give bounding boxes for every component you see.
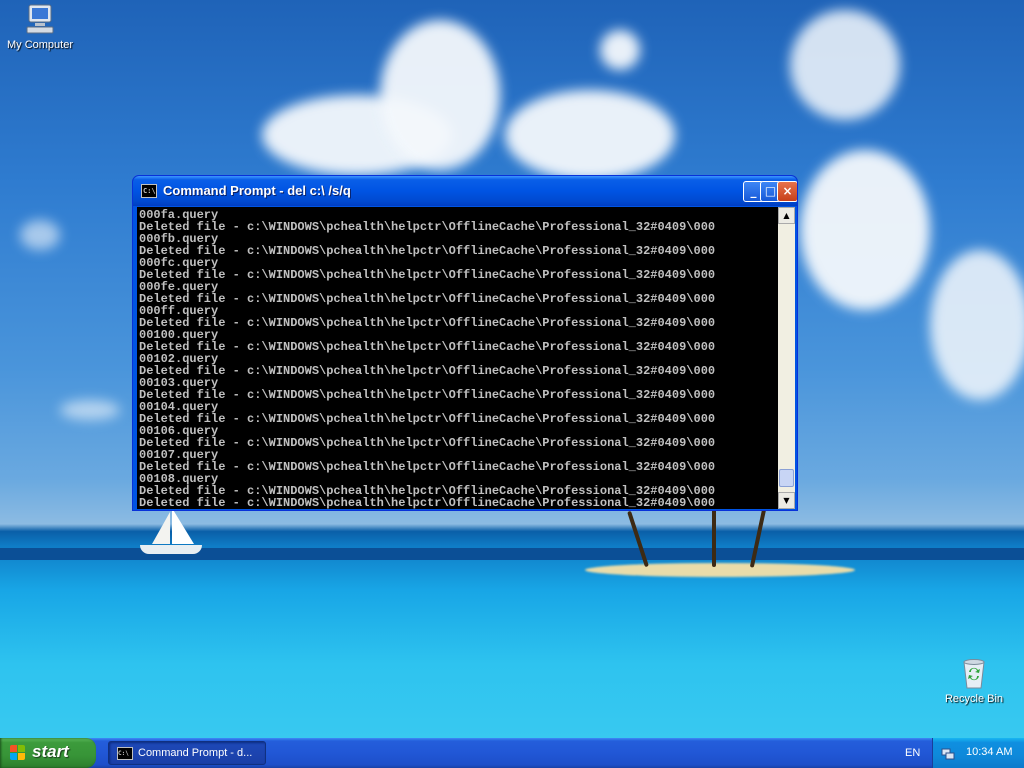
console-line: Deleted file - c:\WINDOWS\pchealth\helpc… [139, 365, 716, 377]
console-line: Deleted file - c:\WINDOWS\pchealth\helpc… [139, 317, 716, 329]
taskbar-button-label: Command Prompt - d... [138, 747, 253, 759]
console-line: 00106.query [139, 425, 219, 437]
console-line: Deleted file - c:\WINDOWS\pchealth\helpc… [139, 341, 716, 353]
language-indicator[interactable]: EN [905, 747, 920, 759]
start-label: start [32, 742, 69, 761]
console-line: 00100.query [139, 329, 219, 341]
recycle-bin-label: Recycle Bin [944, 693, 1004, 705]
console-line: 00102.query [139, 353, 219, 365]
clock[interactable]: 10:34 AM [966, 746, 1012, 758]
island [585, 563, 855, 577]
console-line: Deleted file - c:\WINDOWS\pchealth\helpc… [139, 293, 716, 305]
sailboat [140, 545, 202, 554]
command-prompt-window[interactable]: C:\ Command Prompt - del c:\ /s/q _ □ × … [132, 175, 798, 511]
console-line: 000fa.query [139, 209, 219, 221]
console-line: 00108.query [139, 473, 219, 485]
console-line: Deleted file - c:\WINDOWS\pchealth\helpc… [139, 269, 716, 281]
recycle-bin-icon [957, 656, 991, 690]
taskbar: start C:\ Command Prompt - d... EN 10:34… [0, 738, 1024, 768]
close-button[interactable]: × [777, 181, 797, 202]
console-line: 00103.query [139, 377, 219, 389]
console-line: Deleted file - c:\WINDOWS\pchealth\helpc… [139, 461, 716, 473]
recycle-bin-desktop-icon[interactable]: Recycle Bin [934, 656, 1014, 705]
console-line: Deleted file - c:\WINDOWS\pchealth\helpc… [139, 389, 716, 401]
window-title: Command Prompt - del c:\ /s/q [163, 183, 351, 198]
console-line: 00107.query [139, 449, 219, 461]
start-button[interactable]: start [0, 738, 96, 768]
console-line: Deleted file - c:\WINDOWS\pchealth\helpc… [139, 497, 716, 509]
console-line: Deleted file - c:\WINDOWS\pchealth\helpc… [139, 245, 716, 257]
console-line: 000ff.query [139, 305, 219, 317]
console-line: Deleted file - c:\WINDOWS\pchealth\helpc… [139, 221, 716, 233]
console-line: 000fb.query [139, 233, 219, 245]
taskbar-button-command-prompt[interactable]: C:\ Command Prompt - d... [108, 741, 266, 765]
console-line: Deleted file - c:\WINDOWS\pchealth\helpc… [139, 485, 716, 497]
network-icon[interactable] [941, 746, 955, 760]
window-titlebar[interactable]: C:\ Command Prompt - del c:\ /s/q _ □ × [133, 176, 797, 206]
computer-icon [23, 2, 57, 36]
scroll-down-arrow-icon[interactable]: ▼ [778, 492, 795, 509]
console-line: Deleted file - c:\WINDOWS\pchealth\helpc… [139, 413, 716, 425]
console-line: 000fc.query [139, 257, 219, 269]
console-icon: C:\ [117, 747, 133, 760]
console-icon: C:\ [141, 184, 157, 198]
windows-logo-icon [10, 745, 26, 761]
console-line: 00104.query [139, 401, 219, 413]
system-tray: 10:34 AM [932, 738, 1024, 768]
scrollbar-thumb[interactable] [779, 469, 794, 487]
console-line: Deleted file - c:\WINDOWS\pchealth\helpc… [139, 437, 716, 449]
vertical-scrollbar[interactable]: ▲ ▼ [778, 207, 795, 509]
scroll-up-arrow-icon[interactable]: ▲ [778, 207, 795, 224]
console-output[interactable]: 000fa.query Deleted file - c:\WINDOWS\pch… [137, 207, 778, 509]
my-computer-label: My Computer [6, 39, 74, 51]
my-computer-desktop-icon[interactable]: My Computer [0, 2, 80, 51]
console-line: 000fe.query [139, 281, 219, 293]
